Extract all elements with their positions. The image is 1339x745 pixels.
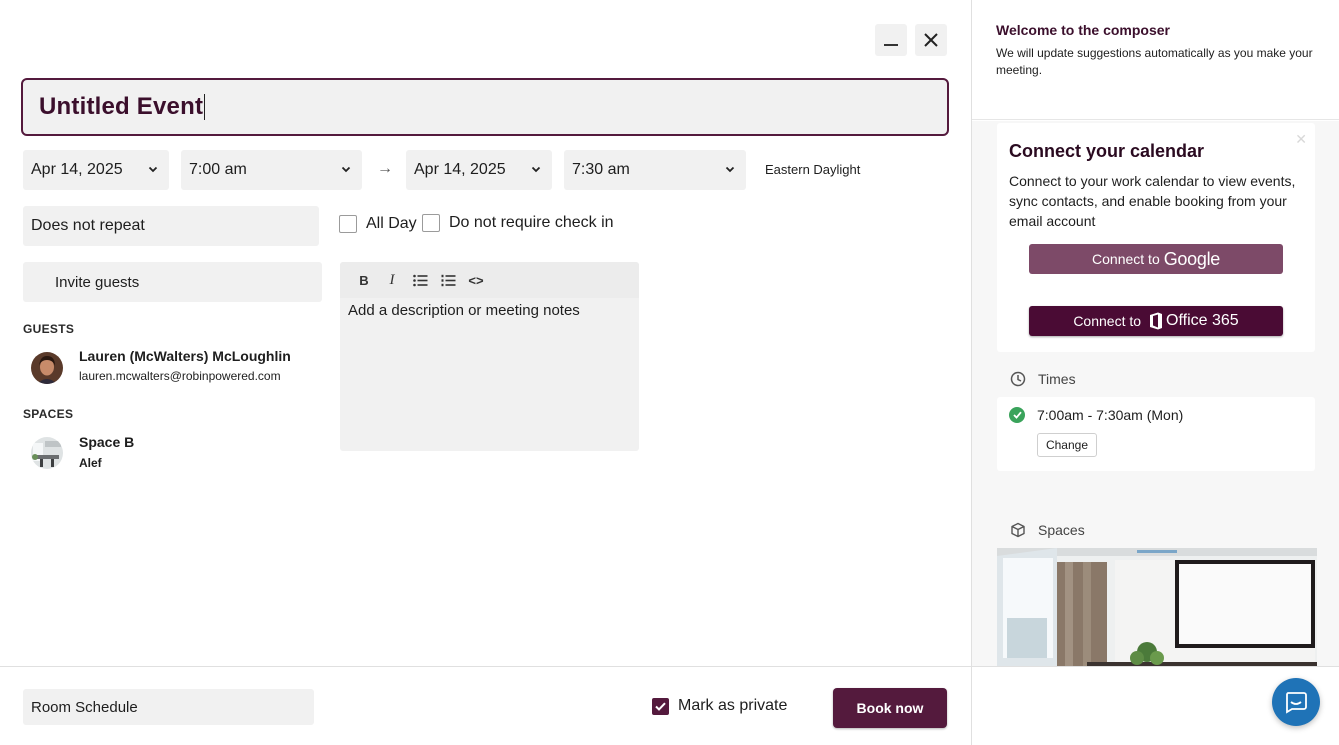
start-date-value: Apr 14, 2025 <box>31 161 123 178</box>
time-slot-text: 7:00am - 7:30am (Mon) <box>1037 407 1184 423</box>
space-name: Space B <box>79 434 135 450</box>
check-circle-icon <box>1009 407 1025 423</box>
checkbox-checked-icon[interactable] <box>652 697 669 715</box>
no-checkin-checkbox[interactable]: Do not require check in <box>422 214 614 232</box>
connect-description: Connect to your work calendar to view ev… <box>1009 173 1296 229</box>
time-suggestion: 7:00am - 7:30am (Mon) <box>1009 407 1183 423</box>
checkbox-icon[interactable] <box>422 214 440 232</box>
connect-google-label: Connect to <box>1092 251 1160 267</box>
bullet-list-icon <box>412 274 427 286</box>
guest-item[interactable]: Lauren (McWalters) McLoughlin lauren.mcw… <box>31 348 291 384</box>
welcome-title: Welcome to the composer <box>996 22 1171 38</box>
range-arrow: → <box>377 160 393 177</box>
start-time-value: 7:00 am <box>189 161 247 178</box>
connect-office-label: Connect to <box>1073 313 1142 329</box>
start-date-select[interactable]: Apr 14, 2025 <box>23 150 169 190</box>
invite-guests-input[interactable]: Invite guests <box>23 262 322 302</box>
times-label: Times <box>1038 371 1076 387</box>
connect-google-button[interactable]: Connect to Google <box>1029 244 1283 274</box>
connect-title: Connect your calendar <box>1009 141 1205 161</box>
code-button[interactable]: <> <box>462 268 490 292</box>
minimize-icon <box>884 44 898 46</box>
book-now-button[interactable]: Book now <box>833 688 947 728</box>
chevron-down-icon <box>531 166 541 173</box>
change-time-button[interactable]: Change <box>1037 433 1097 457</box>
guest-name: Lauren (McWalters) McLoughlin <box>79 348 291 364</box>
time-suggestion-card: 7:00am - 7:30am (Mon) Change <box>997 397 1315 471</box>
welcome-header: Welcome to the composer We will update s… <box>972 0 1339 120</box>
spaces-heading: Spaces <box>1010 522 1085 538</box>
repeat-select[interactable]: Does not repeat <box>23 206 319 246</box>
chevron-down-icon <box>148 166 158 173</box>
change-label: Change <box>1045 438 1089 452</box>
timezone-label[interactable]: Eastern Daylight <box>765 162 860 177</box>
connect-calendar-card: ✕ Connect your calendar Connect to your … <box>997 123 1315 352</box>
end-date-select[interactable]: Apr 14, 2025 <box>406 150 552 190</box>
panel-scroll-area[interactable]: ✕ Connect your calendar Connect to your … <box>972 121 1339 666</box>
checkbox-icon[interactable] <box>339 215 357 233</box>
invite-placeholder: Invite guests <box>55 273 140 291</box>
composer-window: Untitled Event Apr 14, 2025 7:00 am → Ap… <box>0 0 1339 745</box>
office-brand: Office 365 <box>1166 312 1239 329</box>
space-thumbnail <box>31 437 63 469</box>
chevron-down-icon <box>341 166 351 173</box>
chevron-down-icon <box>725 166 735 173</box>
book-now-label: Book now <box>856 700 924 716</box>
start-time-select[interactable]: 7:00 am <box>181 150 362 190</box>
panel-bottom <box>972 666 1339 745</box>
space-item[interactable]: Space B Alef <box>31 434 134 470</box>
google-logo: Google <box>1163 248 1221 269</box>
avatar <box>31 352 63 384</box>
clock-icon <box>1010 371 1026 387</box>
italic-button[interactable]: I <box>378 268 406 292</box>
bold-button[interactable]: B <box>350 268 378 292</box>
spaces-panel-label: Spaces <box>1038 522 1085 538</box>
event-title-input[interactable]: Untitled Event <box>21 78 949 136</box>
event-title: Untitled Event <box>39 93 204 120</box>
description-placeholder: Add a description or meeting notes <box>348 302 580 319</box>
text-cursor <box>204 94 206 120</box>
suggestions-panel: Welcome to the composer We will update s… <box>971 0 1339 745</box>
welcome-subtitle: We will update suggestions automatically… <box>996 46 1313 77</box>
description-editor[interactable]: B I <> Add a description or meeting note… <box>340 262 639 451</box>
composer-main: Untitled Event Apr 14, 2025 7:00 am → Ap… <box>0 0 971 666</box>
chat-support-button[interactable] <box>1272 678 1320 726</box>
composer-footer: Room Schedule Mark as private Book now <box>0 666 971 745</box>
guest-email: lauren.mcwalters@robinpowered.com <box>79 369 281 383</box>
mark-private-label: Mark as private <box>678 697 788 714</box>
guests-heading: GUESTS <box>23 322 75 336</box>
spaces-heading: SPACES <box>23 407 74 421</box>
space-photo[interactable] <box>997 548 1317 666</box>
no-checkin-label: Do not require check in <box>449 214 614 231</box>
connect-office-button[interactable]: Connect to Office 365 <box>1029 306 1283 336</box>
close-icon <box>924 33 938 47</box>
room-schedule-button[interactable]: Room Schedule <box>23 689 314 725</box>
code-icon: <> <box>468 272 484 288</box>
close-button[interactable] <box>915 24 947 56</box>
cube-icon <box>1011 522 1025 538</box>
bold-icon: B <box>359 272 369 288</box>
numbered-list-icon <box>441 274 455 286</box>
office-logo: Office 365 <box>1145 312 1239 330</box>
italic-icon: I <box>389 271 395 288</box>
chat-icon <box>1286 692 1307 714</box>
close-icon[interactable]: ✕ <box>1295 131 1307 148</box>
bullet-list-button[interactable] <box>406 268 434 292</box>
repeat-value: Does not repeat <box>31 217 145 234</box>
room-schedule-label: Room Schedule <box>31 698 138 716</box>
office-icon <box>1150 312 1163 330</box>
end-date-value: Apr 14, 2025 <box>414 161 506 178</box>
end-time-value: 7:30 am <box>572 161 630 178</box>
numbered-list-button[interactable] <box>434 268 462 292</box>
minimize-button[interactable] <box>875 24 907 56</box>
times-heading: Times <box>1010 371 1076 387</box>
all-day-label: All Day <box>366 215 417 232</box>
mark-private-checkbox[interactable]: Mark as private <box>652 697 787 715</box>
all-day-checkbox[interactable]: All Day <box>339 215 417 233</box>
editor-toolbar: B I <> <box>340 262 639 298</box>
end-time-select[interactable]: 7:30 am <box>564 150 746 190</box>
space-floor: Alef <box>79 456 102 470</box>
